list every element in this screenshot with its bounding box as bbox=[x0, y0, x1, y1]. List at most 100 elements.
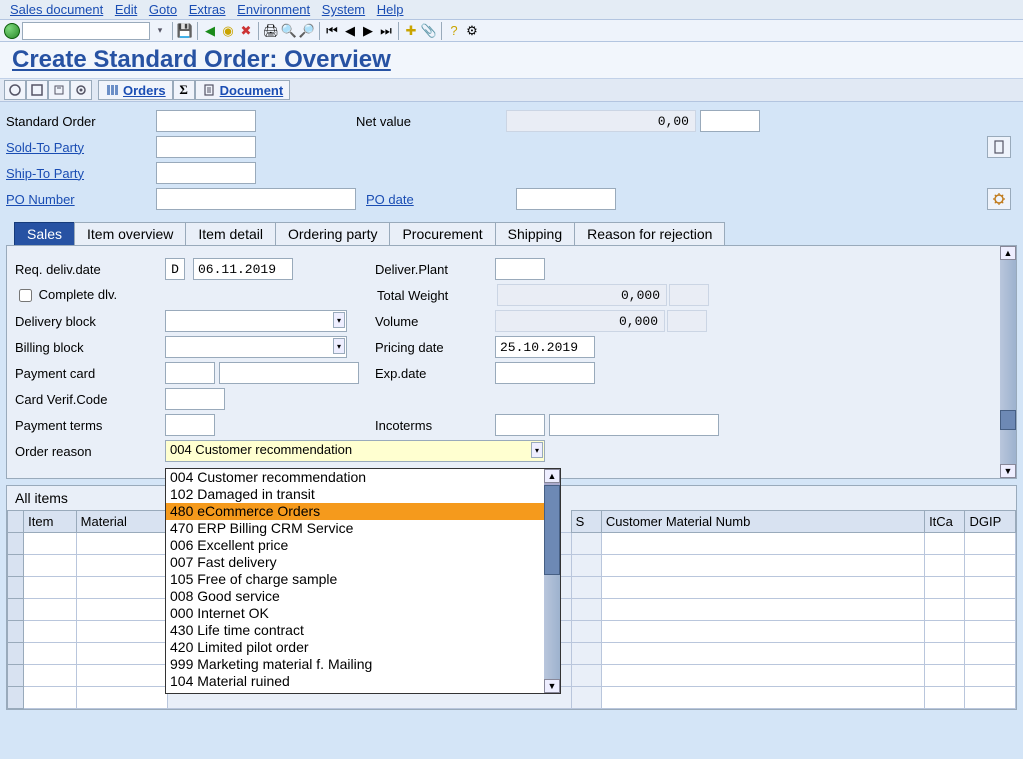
menu-goto[interactable]: Goto bbox=[149, 2, 177, 17]
cell-item[interactable] bbox=[24, 555, 77, 577]
cell-material[interactable] bbox=[76, 643, 167, 665]
row-selector[interactable] bbox=[8, 533, 24, 555]
ship-to-party-input[interactable] bbox=[156, 162, 256, 184]
payment-card-number-input[interactable] bbox=[219, 362, 359, 384]
back-icon[interactable]: ◀ bbox=[202, 23, 218, 39]
col-s[interactable]: S bbox=[571, 511, 601, 533]
command-field[interactable] bbox=[22, 22, 150, 40]
cancel-icon[interactable]: ✖ bbox=[238, 23, 254, 39]
billing-block-input[interactable] bbox=[165, 336, 347, 358]
new-session-icon[interactable]: ✚ bbox=[403, 23, 419, 39]
req-deliv-date-input[interactable] bbox=[193, 258, 293, 280]
help-icon[interactable]: ? bbox=[446, 23, 462, 39]
order-reason-option[interactable]: 000 Internet OK bbox=[166, 605, 544, 622]
scroll-thumb[interactable] bbox=[544, 485, 560, 575]
cell-item[interactable] bbox=[24, 577, 77, 599]
sum-icon[interactable]: Σ bbox=[173, 80, 195, 100]
cell-s[interactable] bbox=[571, 533, 601, 555]
status-overview-icon[interactable] bbox=[26, 80, 48, 100]
payment-card-type-input[interactable] bbox=[165, 362, 215, 384]
cell-itca[interactable] bbox=[925, 555, 965, 577]
cell-s[interactable] bbox=[571, 599, 601, 621]
create-shortcut-icon[interactable]: 📎 bbox=[421, 23, 437, 39]
save-icon[interactable]: 💾 bbox=[177, 23, 193, 39]
sold-to-party-input[interactable] bbox=[156, 136, 256, 158]
tab-scroll-thumb[interactable] bbox=[1000, 410, 1016, 430]
tab-content-scrollbar[interactable]: ▲ ▼ bbox=[1000, 246, 1016, 478]
col-material[interactable]: Material bbox=[76, 511, 167, 533]
sold-to-search-icon[interactable] bbox=[987, 136, 1011, 158]
col-customer-material[interactable]: Customer Material Numb bbox=[601, 511, 924, 533]
cell-customer-material[interactable] bbox=[601, 621, 924, 643]
col-item[interactable]: Item bbox=[24, 511, 77, 533]
cell-itca[interactable] bbox=[925, 533, 965, 555]
customize-layout-icon[interactable]: ⚙ bbox=[464, 23, 480, 39]
order-reason-option[interactable]: 420 Limited pilot order bbox=[166, 639, 544, 656]
order-reason-option[interactable]: 104 Material ruined bbox=[166, 673, 544, 690]
menu-system[interactable]: System bbox=[322, 2, 365, 17]
payment-terms-input[interactable] bbox=[165, 414, 215, 436]
next-page-icon[interactable]: ▶ bbox=[360, 23, 376, 39]
cell-material[interactable] bbox=[76, 533, 167, 555]
cell-item[interactable] bbox=[24, 599, 77, 621]
cell-customer-material[interactable] bbox=[601, 577, 924, 599]
tab-scroll-down-icon[interactable]: ▼ bbox=[1000, 464, 1016, 478]
cell-s[interactable] bbox=[571, 643, 601, 665]
menu-environment[interactable]: Environment bbox=[237, 2, 310, 17]
print-icon[interactable]: 🖨 bbox=[263, 23, 279, 39]
row-selector[interactable] bbox=[8, 665, 24, 687]
order-reason-option[interactable]: 480 eCommerce Orders bbox=[166, 503, 544, 520]
cell-customer-material[interactable] bbox=[601, 533, 924, 555]
propose-items-icon[interactable] bbox=[48, 80, 70, 100]
order-reason-option[interactable]: 004 Customer recommendation bbox=[166, 469, 544, 486]
cell-customer-material[interactable] bbox=[601, 665, 924, 687]
grid-corner[interactable] bbox=[8, 511, 24, 533]
cell-material[interactable] bbox=[76, 577, 167, 599]
cell-dgip[interactable] bbox=[965, 599, 1016, 621]
billing-block-dropdown-icon[interactable]: ▾ bbox=[333, 338, 345, 354]
scroll-down-icon[interactable]: ▼ bbox=[544, 679, 560, 693]
cell-dgip[interactable] bbox=[965, 665, 1016, 687]
prev-page-icon[interactable]: ◀ bbox=[342, 23, 358, 39]
cell-item[interactable] bbox=[24, 621, 77, 643]
exit-icon[interactable]: ◉ bbox=[220, 23, 236, 39]
tab-item-detail[interactable]: Item detail bbox=[185, 222, 276, 245]
order-reason-option[interactable]: 006 Excellent price bbox=[166, 537, 544, 554]
cell-item[interactable] bbox=[24, 533, 77, 555]
menu-extras[interactable]: Extras bbox=[189, 2, 226, 17]
row-selector[interactable] bbox=[8, 621, 24, 643]
delivery-block-dropdown-icon[interactable]: ▾ bbox=[333, 312, 345, 328]
last-page-icon[interactable]: ⏭ bbox=[378, 23, 394, 39]
order-reason-dropdown-icon[interactable]: ▾ bbox=[531, 442, 543, 458]
tab-item-overview[interactable]: Item overview bbox=[74, 222, 186, 245]
tab-procurement[interactable]: Procurement bbox=[389, 222, 495, 245]
card-verif-input[interactable] bbox=[165, 388, 225, 410]
cell-itca[interactable] bbox=[925, 687, 965, 709]
order-reason-option[interactable]: 105 Free of charge sample bbox=[166, 571, 544, 588]
row-selector[interactable] bbox=[8, 643, 24, 665]
order-reason-option[interactable]: 005 Newspaper advertisement bbox=[166, 690, 544, 693]
header-output-preview-icon[interactable] bbox=[70, 80, 92, 100]
row-selector[interactable] bbox=[8, 555, 24, 577]
tab-ordering-party[interactable]: Ordering party bbox=[275, 222, 390, 245]
cell-material[interactable] bbox=[76, 599, 167, 621]
cell-dgip[interactable] bbox=[965, 643, 1016, 665]
col-dgip[interactable]: DGIP bbox=[965, 511, 1016, 533]
tab-reason-for-rejection[interactable]: Reason for rejection bbox=[574, 222, 725, 245]
pricing-date-input[interactable] bbox=[495, 336, 595, 358]
complete-dlv-checkbox[interactable] bbox=[19, 289, 32, 302]
cell-material[interactable] bbox=[76, 665, 167, 687]
standard-order-input[interactable] bbox=[156, 110, 256, 132]
cell-material[interactable] bbox=[76, 555, 167, 577]
display-doc-flow-icon[interactable] bbox=[4, 80, 26, 100]
order-reason-input[interactable]: 004 Customer recommendation bbox=[165, 440, 545, 462]
cell-s[interactable] bbox=[571, 687, 601, 709]
cell-customer-material[interactable] bbox=[601, 687, 924, 709]
exp-date-input[interactable] bbox=[495, 362, 595, 384]
cell-material[interactable] bbox=[76, 687, 167, 709]
first-page-icon[interactable]: ⏮ bbox=[324, 23, 340, 39]
tab-shipping[interactable]: Shipping bbox=[495, 222, 576, 245]
menu-help[interactable]: Help bbox=[377, 2, 404, 17]
row-selector[interactable] bbox=[8, 599, 24, 621]
net-value-currency-input[interactable] bbox=[700, 110, 760, 132]
